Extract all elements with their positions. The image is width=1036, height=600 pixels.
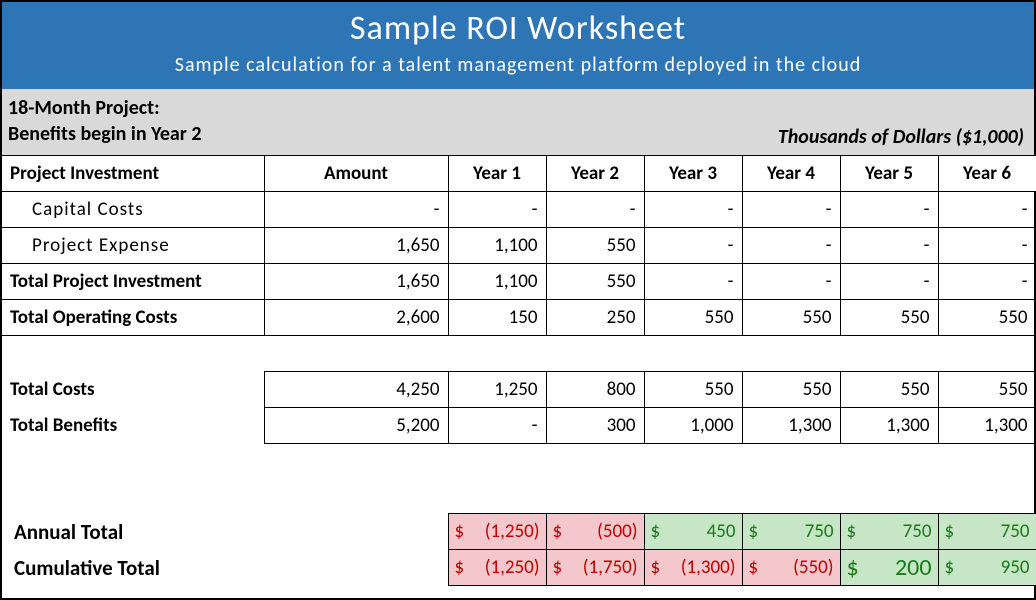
label-op-costs: Total Operating Costs (2, 300, 264, 336)
cell: - (742, 264, 840, 300)
cell: 550 (840, 300, 938, 336)
cell: 1,650 (264, 228, 448, 264)
row-annual-total: Annual Total $(1,250) $(500) $450 $750 $… (2, 514, 1036, 550)
cumulative-y2: $(1,750) (546, 550, 644, 586)
cell: 550 (840, 372, 938, 408)
annual-y6: $750 (938, 514, 1036, 550)
cumulative-y5: $200 (840, 550, 938, 586)
row-project-expense: Project Expense 1,650 1,100 550 - - - - (2, 228, 1036, 264)
roi-table: Project Investment Amount Year 1 Year 2 … (2, 155, 1036, 444)
header: Sample ROI Worksheet Sample calculation … (2, 2, 1034, 89)
cumulative-y1: $(1,250) (448, 550, 546, 586)
row-total-benefits: Total Benefits 5,200 - 300 1,000 1,300 1… (2, 408, 1036, 444)
col-year1: Year 1 (448, 156, 546, 192)
spacer-row (2, 336, 1036, 372)
col-amount: Amount (264, 156, 448, 192)
cell: 2,600 (264, 300, 448, 336)
col-year4: Year 4 (742, 156, 840, 192)
row-total-project-investment: Total Project Investment 1,650 1,100 550… (2, 264, 1036, 300)
cell: 1,300 (742, 408, 840, 444)
cell: - (644, 192, 742, 228)
units-label: Thousands of Dollars ($1,000) (778, 125, 1024, 149)
cell: - (938, 228, 1036, 264)
label-cumulative-total: Cumulative Total (2, 550, 264, 586)
subheader: 18-Month Project: Benefits begin in Year… (2, 89, 1034, 155)
cell: 1,100 (448, 264, 546, 300)
cell: 150 (448, 300, 546, 336)
cell: 550 (546, 228, 644, 264)
cell: 5,200 (264, 408, 448, 444)
cell: 550 (742, 372, 840, 408)
cell: - (938, 192, 1036, 228)
annual-y4: $750 (742, 514, 840, 550)
cell: - (742, 228, 840, 264)
row-total-costs: Total Costs 4,250 1,250 800 550 550 550 … (2, 372, 1036, 408)
row-total-operating-costs: Total Operating Costs 2,600 150 250 550 … (2, 300, 1036, 336)
label-total-pi: Total Project Investment (2, 264, 264, 300)
col-year6: Year 6 (938, 156, 1036, 192)
cell: - (840, 192, 938, 228)
cell: 550 (742, 300, 840, 336)
label-capital-costs: Capital Costs (2, 192, 264, 228)
cell: - (644, 264, 742, 300)
annual-y2: $(500) (546, 514, 644, 550)
cell: - (938, 264, 1036, 300)
cell: - (546, 192, 644, 228)
totals-table: Annual Total $(1,250) $(500) $450 $750 $… (2, 513, 1036, 586)
totals-section: Annual Total $(1,250) $(500) $450 $750 $… (2, 513, 1034, 586)
cell: 800 (546, 372, 644, 408)
cumulative-y3: $(1,300) (644, 550, 742, 586)
cell: - (448, 408, 546, 444)
label-total-costs: Total Costs (2, 372, 264, 408)
cell: 1,300 (840, 408, 938, 444)
row-cumulative-total: Cumulative Total $(1,250) $(1,750) $(1,3… (2, 550, 1036, 586)
cell: - (644, 228, 742, 264)
cumulative-y6: $950 (938, 550, 1036, 586)
annual-y1: $(1,250) (448, 514, 546, 550)
cell: - (448, 192, 546, 228)
cell: 1,100 (448, 228, 546, 264)
cell: 300 (546, 408, 644, 444)
cell: 1,650 (264, 264, 448, 300)
annual-y5: $750 (840, 514, 938, 550)
cell: 1,300 (938, 408, 1036, 444)
cell: - (742, 192, 840, 228)
page-title: Sample ROI Worksheet (2, 8, 1034, 49)
cell: 550 (938, 300, 1036, 336)
annual-y3: $450 (644, 514, 742, 550)
table-header-row: Project Investment Amount Year 1 Year 2 … (2, 156, 1036, 192)
col-year2: Year 2 (546, 156, 644, 192)
cell: 250 (546, 300, 644, 336)
cell: - (264, 192, 448, 228)
worksheet-frame: Sample ROI Worksheet Sample calculation … (0, 0, 1036, 600)
cell: - (840, 228, 938, 264)
cell: 4,250 (264, 372, 448, 408)
cell: - (840, 264, 938, 300)
cell: 550 (938, 372, 1036, 408)
cell: 550 (644, 372, 742, 408)
page-subtitle: Sample calculation for a talent manageme… (2, 53, 1034, 77)
col-year5: Year 5 (840, 156, 938, 192)
cell: 1,250 (448, 372, 546, 408)
col-project-investment: Project Investment (2, 156, 264, 192)
label-annual-total: Annual Total (2, 514, 264, 550)
label-project-expense: Project Expense (2, 228, 264, 264)
cumulative-y4: $(550) (742, 550, 840, 586)
row-capital-costs: Capital Costs - - - - - - - (2, 192, 1036, 228)
cell: 550 (644, 300, 742, 336)
cell: 550 (546, 264, 644, 300)
col-year3: Year 3 (644, 156, 742, 192)
project-duration-line1: 18-Month Project: (8, 95, 1024, 121)
label-total-benefits: Total Benefits (2, 408, 264, 444)
cell: 1,000 (644, 408, 742, 444)
